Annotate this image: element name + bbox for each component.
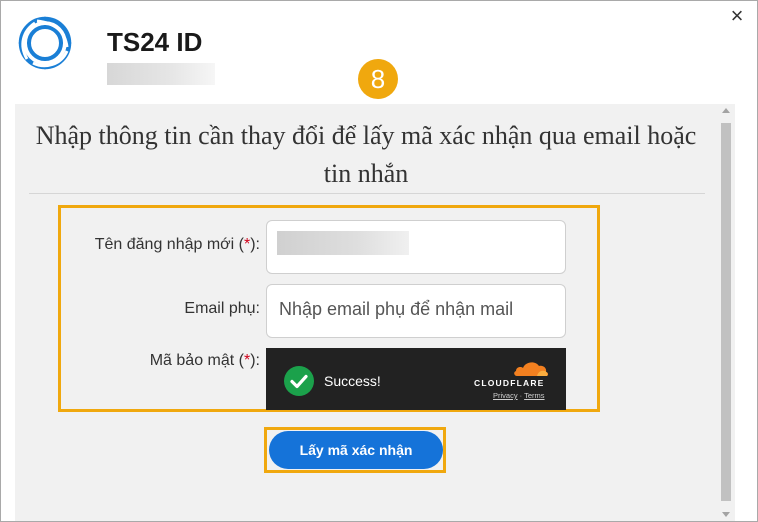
terms-link[interactable]: Terms xyxy=(524,391,544,400)
success-check-icon xyxy=(284,366,314,396)
privacy-link[interactable]: Privacy xyxy=(493,391,518,400)
scrollbar[interactable] xyxy=(719,104,733,521)
captcha-links: Privacy · Terms xyxy=(493,391,545,400)
divider xyxy=(29,193,705,194)
cloudflare-cloud-icon xyxy=(514,362,549,376)
get-code-button[interactable]: Lấy mã xác nhận xyxy=(269,431,443,469)
username-value-blurred xyxy=(277,231,409,255)
username-label: Tên đăng nhập mới (*): xyxy=(94,236,260,253)
email-placeholder: Nhập email phụ để nhận mail xyxy=(279,299,514,319)
account-name-blurred xyxy=(107,63,215,85)
ts24-logo-icon xyxy=(18,16,72,70)
new-username-field[interactable] xyxy=(266,220,566,274)
app-title: TS24 ID xyxy=(107,27,203,57)
cloudflare-captcha-widget[interactable]: Success! CLOUDFLARE Privacy · Terms xyxy=(266,348,566,410)
captcha-label: Mã bảo mật (*): xyxy=(149,352,260,369)
scroll-up-arrow-icon[interactable] xyxy=(722,108,730,113)
close-button[interactable]: × xyxy=(725,3,749,29)
email-label: Email phụ: xyxy=(184,300,260,317)
scroll-down-arrow-icon[interactable] xyxy=(722,512,730,517)
scrollbar-thumb[interactable] xyxy=(721,123,731,501)
secondary-email-field[interactable]: Nhập email phụ để nhận mail xyxy=(266,284,566,338)
form-heading: Nhập thông tin cần thay đổi để lấy mã xá… xyxy=(35,121,697,188)
step-badge: 8 xyxy=(358,59,398,99)
dialog-window: TS24 ID × 8 Nhập thông tin cần thay đổi … xyxy=(0,0,758,522)
cloudflare-wordmark: CLOUDFLARE xyxy=(474,378,545,388)
captcha-status: Success! xyxy=(324,373,381,389)
